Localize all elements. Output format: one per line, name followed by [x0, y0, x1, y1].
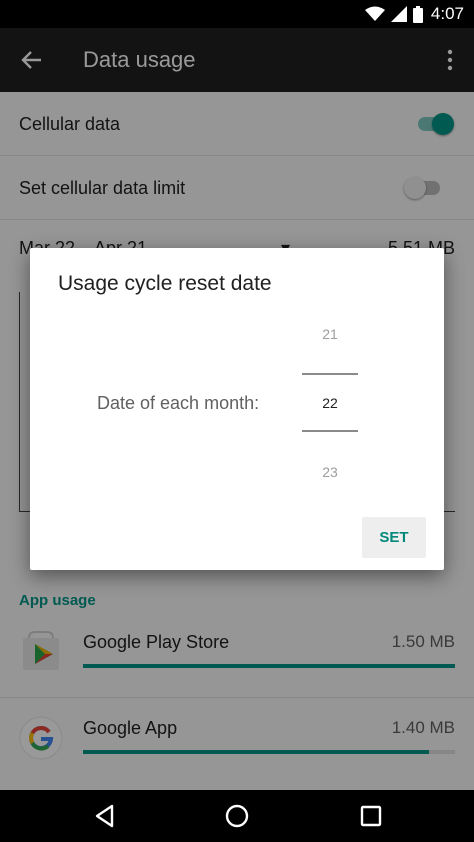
picker-label: Date of each month: [97, 393, 260, 413]
square-recents-icon [360, 805, 382, 827]
picker-divider-bottom [302, 430, 358, 432]
wifi-icon [364, 6, 385, 21]
status-icons: 4:07 [364, 4, 464, 24]
picker-divider-top [302, 373, 358, 375]
set-button[interactable]: SET [362, 517, 426, 558]
cycle-reset-dialog: Usage cycle reset date Date of each mont… [30, 248, 444, 570]
cellular-signal-icon [390, 6, 407, 22]
nav-back-button[interactable] [92, 803, 118, 829]
picker-previous-value[interactable]: 21 [302, 326, 358, 342]
navigation-bar [0, 790, 474, 842]
status-bar: 4:07 [0, 0, 474, 28]
picker-selected-value[interactable]: 22 [302, 395, 358, 411]
triangle-back-icon [95, 804, 114, 828]
picker-next-value[interactable]: 23 [302, 464, 358, 480]
nav-recents-button[interactable] [358, 803, 384, 829]
status-time: 4:07 [430, 4, 464, 23]
circle-home-icon [225, 804, 249, 828]
date-number-picker[interactable]: 21 22 23 [302, 320, 358, 484]
nav-home-button[interactable] [224, 803, 250, 829]
battery-icon [412, 5, 423, 23]
dialog-title: Usage cycle reset date [58, 272, 272, 295]
